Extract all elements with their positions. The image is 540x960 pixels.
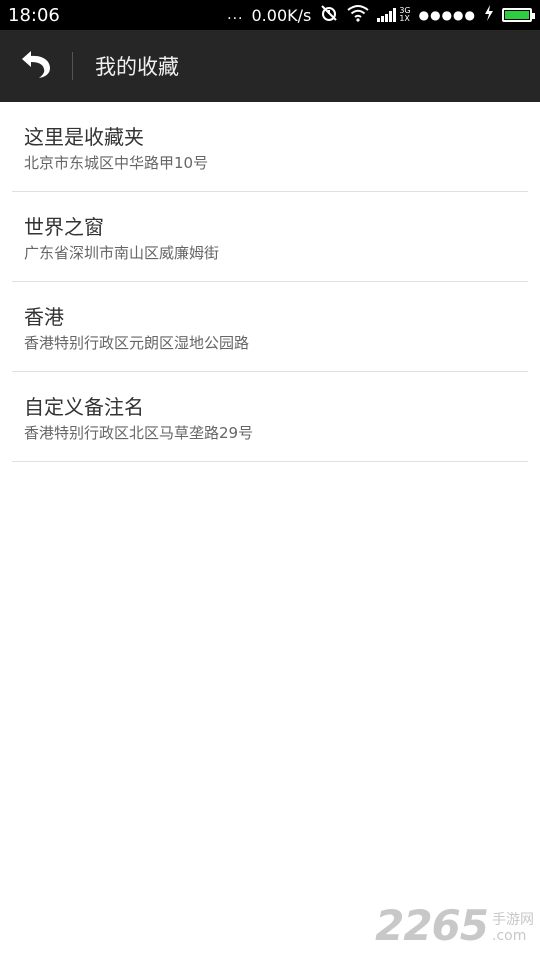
favorite-name: 香港 [24,305,64,329]
status-time: 18:06 [8,4,60,26]
watermark-cn: 手游网 [492,912,534,928]
favorite-item[interactable]: 香港 香港特别行政区元朗区湿地公园路 [12,282,528,372]
battery-icon [502,8,535,22]
charging-bolt-icon [484,5,494,25]
watermark: 2265 手游网 .com [375,901,534,950]
net-speed: 0.00K/s [251,5,312,25]
status-bar: 18:06 ... 0.00K/s 3G 1X ●●●●● [0,0,540,30]
watermark-text: 手游网 .com [492,912,534,944]
signal-dots: ●●●●● [418,8,476,22]
favorite-item[interactable]: 世界之窗 广东省深圳市南山区威廉姆街 [12,192,528,282]
wifi-icon [347,4,369,26]
back-arrow-icon [19,49,53,83]
page-title: 我的收藏 [95,55,179,79]
favorite-item[interactable]: 这里是收藏夹 北京市东城区中华路甲10号 [12,102,528,192]
watermark-number: 2265 [375,901,489,950]
network-type: 3G 1X [399,6,411,23]
status-indicators: ... 0.00K/s 3G 1X ●●●●● [227,3,535,27]
favorite-address: 香港特别行政区北区马草垄路29号 [24,424,254,442]
back-button[interactable] [0,30,72,102]
watermark-domain: .com [492,928,527,944]
more-notifications: ... [227,7,244,23]
appbar-divider [72,52,73,80]
favorite-address: 广东省深圳市南山区威廉姆街 [24,244,220,262]
favorite-name: 自定义备注名 [24,395,144,419]
cell-signal-icon: 3G 1X [377,6,411,23]
battery-level [505,11,529,19]
favorite-item[interactable]: 自定义备注名 香港特别行政区北区马草垄路29号 [12,372,528,462]
favorite-address: 北京市东城区中华路甲10号 [24,154,209,172]
app-bar: 我的收藏 [0,30,540,102]
favorite-name: 世界之窗 [24,215,104,239]
favorite-name: 这里是收藏夹 [24,125,144,149]
favorites-list: 这里是收藏夹 北京市东城区中华路甲10号 世界之窗 广东省深圳市南山区威廉姆街 … [12,102,528,462]
alarm-off-icon [319,3,339,27]
favorite-address: 香港特别行政区元朗区湿地公园路 [24,334,250,352]
